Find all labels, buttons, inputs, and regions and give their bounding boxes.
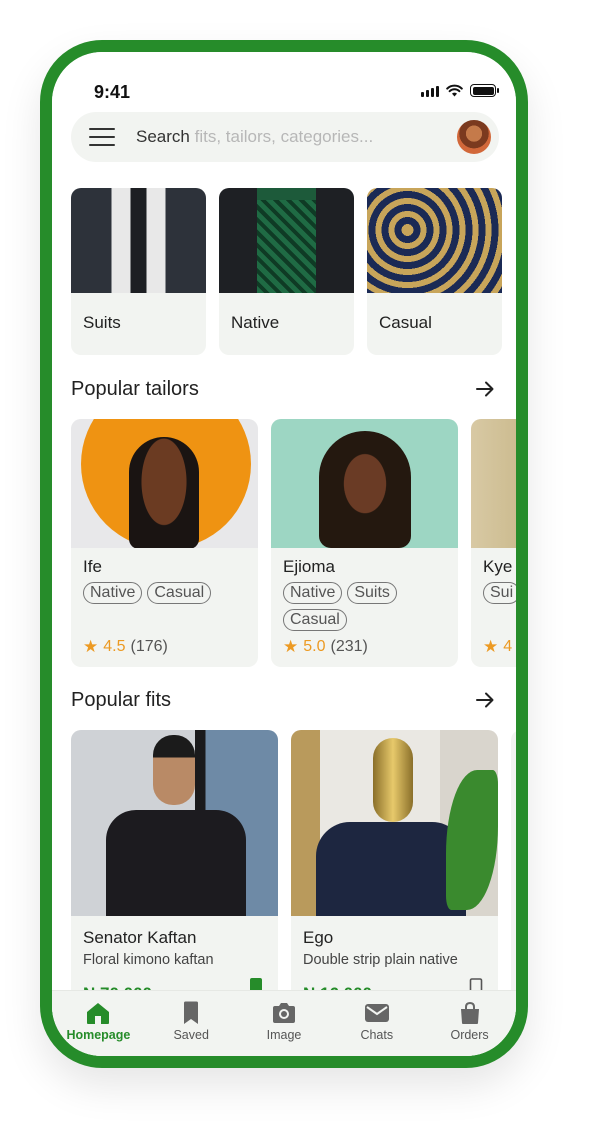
battery-icon (470, 84, 499, 97)
tag: Native (83, 582, 143, 604)
rating-value: 5.0 (303, 638, 326, 655)
fit-photo (291, 730, 498, 916)
nav-label: Orders (450, 1028, 489, 1042)
tailor-tags: Native Casual (83, 582, 246, 604)
rating: ★ 4 (483, 637, 512, 657)
star-icon: ★ (283, 637, 299, 656)
bookmark-icon (184, 1001, 199, 1024)
search-bar[interactable]: Search fits, tailors, categories... (71, 112, 499, 162)
fit-card[interactable] (511, 730, 516, 1010)
nav-homepage[interactable]: Homepage (54, 1001, 142, 1042)
bag-icon (460, 1001, 479, 1024)
nav-orders[interactable]: Orders (426, 1001, 514, 1042)
rating-count: (231) (330, 638, 368, 655)
nav-image[interactable]: Image (240, 1001, 328, 1042)
tag: Suits (347, 582, 397, 604)
search-placeholder: fits, tailors, categories... (194, 127, 374, 146)
fit-name: Senator Kaftan (83, 928, 197, 947)
tailor-photo (471, 419, 516, 548)
category-label: Suits (83, 313, 121, 332)
status-time: 9:41 (94, 82, 131, 102)
nav-label: Image (266, 1028, 302, 1042)
tailor-name: Ejioma (283, 557, 335, 576)
camera-icon (272, 1003, 295, 1023)
wifi-icon (446, 84, 463, 97)
popular-tailors-title: Popular tailors (71, 378, 199, 400)
category-card-native[interactable]: Native (219, 188, 354, 355)
rating: ★ 4.5 (176) (83, 637, 168, 657)
nav-chats[interactable]: Chats (333, 1001, 421, 1042)
rating: ★ 5.0 (231) (283, 637, 368, 657)
tailor-name: Kye (483, 557, 513, 576)
tailor-name: Ife (83, 557, 102, 576)
plant-decoration (446, 770, 498, 910)
rating-value: 4 (503, 638, 513, 655)
fit-name: Ego (303, 928, 334, 947)
category-label: Casual (379, 313, 432, 332)
tailor-list: Ife Native Casual ★ 4.5 (176) Ejioma Nat… (71, 419, 516, 667)
rating-count: (176) (130, 638, 168, 655)
tailor-card[interactable]: Ejioma Native Suits Casual ★ 5.0 (231) (271, 419, 458, 667)
nav-label: Chats (360, 1028, 394, 1042)
phone-frame: 9:41 Search fits, tailors, categories... (40, 40, 528, 1068)
tag: Native (283, 582, 343, 604)
category-image (219, 188, 354, 293)
avatar[interactable] (455, 118, 493, 156)
nav-label: Saved (173, 1028, 209, 1042)
category-image (71, 188, 206, 293)
signal-icon (421, 86, 439, 97)
category-label: Native (231, 313, 280, 332)
category-list: Suits Native Casual (71, 188, 502, 355)
tailor-tags: Native Suits Casual (283, 582, 446, 631)
fit-description: Double strip plain native (303, 952, 458, 968)
star-icon: ★ (83, 637, 99, 656)
fit-description: Floral kimono kaftan (83, 952, 214, 968)
fit-photo (71, 730, 278, 916)
fit-card[interactable]: Ego Double strip plain native N 16,000 (291, 730, 498, 1010)
tag: Sui (483, 582, 516, 604)
star-icon: ★ (483, 637, 499, 656)
home-icon (87, 1003, 110, 1024)
app-screen: 9:41 Search fits, tailors, categories... (52, 52, 516, 1056)
arrow-right-icon[interactable] (474, 689, 496, 711)
fit-list: Senator Kaftan Floral kimono kaftan N 70… (71, 730, 516, 1010)
category-image (367, 188, 502, 293)
search-label: Search (136, 127, 190, 146)
tailor-photo (271, 419, 458, 548)
mail-icon (364, 1004, 389, 1022)
popular-fits-title: Popular fits (71, 689, 172, 711)
arrow-right-icon[interactable] (474, 378, 496, 400)
nav-label: Homepage (66, 1028, 131, 1042)
tailor-card[interactable]: Kye Sui ★ 4 (471, 419, 516, 667)
tag: Casual (147, 582, 212, 604)
category-card-casual[interactable]: Casual (367, 188, 502, 355)
category-card-suits[interactable]: Suits (71, 188, 206, 355)
menu-icon[interactable] (89, 128, 115, 146)
tailor-card[interactable]: Ife Native Casual ★ 4.5 (176) (71, 419, 258, 667)
rating-value: 4.5 (103, 638, 126, 655)
bottom-nav: Homepage Saved Image Chats Orders (52, 990, 516, 1056)
tag: Casual (283, 609, 347, 631)
status-icons (421, 84, 499, 97)
tailor-tags: Sui (483, 582, 516, 604)
tailor-photo (71, 419, 258, 548)
search-input[interactable]: Search fits, tailors, categories... (136, 127, 373, 147)
fit-card[interactable]: Senator Kaftan Floral kimono kaftan N 70… (71, 730, 278, 1010)
nav-saved[interactable]: Saved (147, 1001, 235, 1042)
